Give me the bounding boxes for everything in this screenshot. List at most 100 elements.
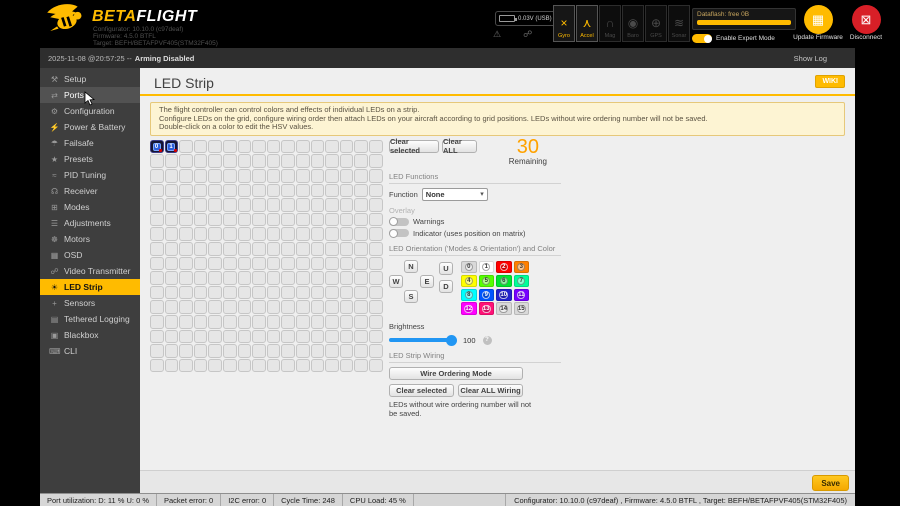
led-cell[interactable]: [179, 256, 193, 271]
led-cell[interactable]: [354, 198, 368, 212]
led-cell[interactable]: [222, 344, 237, 358]
led-cell[interactable]: [222, 183, 237, 198]
led-cell[interactable]: [368, 256, 383, 271]
sidebar-item-receiver[interactable]: ☊ Receiver: [40, 183, 140, 199]
led-cell[interactable]: [208, 183, 222, 198]
led-cell[interactable]: [310, 285, 325, 300]
led-cell[interactable]: [179, 300, 193, 314]
led-cell[interactable]: [354, 314, 368, 329]
led-cell[interactable]: [252, 300, 266, 314]
led-cell[interactable]: [325, 154, 339, 168]
sidebar-item-tethered-logging[interactable]: ▤ Tethered Logging: [40, 311, 140, 327]
led-cell[interactable]: [179, 314, 193, 329]
led-cell[interactable]: [266, 329, 281, 344]
sidebar-item-motors[interactable]: ☸ Motors: [40, 231, 140, 247]
led-cell[interactable]: [310, 314, 325, 329]
led-cell[interactable]: [237, 183, 252, 198]
led-cell[interactable]: [179, 212, 193, 227]
disconnect-button[interactable]: ⊠: [851, 5, 881, 34]
sensor-mag[interactable]: ∩ Mag: [599, 5, 621, 42]
led-cell[interactable]: [295, 314, 310, 329]
led-cell[interactable]: [237, 314, 252, 329]
led-cell[interactable]: [266, 314, 281, 329]
led-cell[interactable]: [208, 212, 222, 227]
led-cell[interactable]: [150, 329, 164, 344]
led-cell[interactable]: [266, 300, 281, 314]
sidebar-item-presets[interactable]: ★ Presets: [40, 151, 140, 167]
led-cell[interactable]: [208, 154, 222, 168]
led-cell[interactable]: [150, 344, 164, 358]
led-cell[interactable]: [339, 285, 354, 300]
led-cell[interactable]: [179, 183, 193, 198]
led-cell[interactable]: [325, 212, 339, 227]
led-cell[interactable]: [325, 198, 339, 212]
led-cell[interactable]: [368, 212, 383, 227]
led-cell[interactable]: [222, 198, 237, 212]
led-cell[interactable]: [208, 358, 222, 373]
led-cell[interactable]: [150, 241, 164, 256]
led-cell[interactable]: [252, 241, 266, 256]
led-cell[interactable]: [310, 241, 325, 256]
led-cell[interactable]: [208, 344, 222, 358]
led-cell[interactable]: [150, 314, 164, 329]
led-cell[interactable]: [164, 300, 179, 314]
led-cell[interactable]: [295, 300, 310, 314]
color-swatch-9[interactable]: 9: [478, 288, 494, 301]
led-cell[interactable]: [252, 285, 266, 300]
function-select[interactable]: None ▾: [421, 187, 488, 201]
sidebar-item-failsafe[interactable]: ☂ Failsafe: [40, 135, 140, 151]
led-cell[interactable]: [179, 344, 193, 358]
led-cell[interactable]: 0: [150, 139, 164, 154]
color-swatch-3[interactable]: 3: [513, 260, 529, 274]
led-cell[interactable]: [222, 358, 237, 373]
led-cell[interactable]: [310, 256, 325, 271]
orient-d-button[interactable]: D: [439, 279, 453, 293]
led-cell[interactable]: [339, 154, 354, 168]
led-cell[interactable]: [325, 358, 339, 373]
led-cell[interactable]: [325, 168, 339, 183]
led-cell[interactable]: [310, 358, 325, 373]
led-cell[interactable]: [252, 198, 266, 212]
led-cell[interactable]: [339, 183, 354, 198]
led-cell[interactable]: [164, 212, 179, 227]
warnings-toggle[interactable]: [389, 217, 409, 227]
color-swatch-15[interactable]: 15: [513, 302, 529, 315]
led-cell[interactable]: [354, 154, 368, 168]
led-cell[interactable]: [354, 168, 368, 183]
led-cell[interactable]: [295, 256, 310, 271]
led-cell[interactable]: [295, 271, 310, 285]
led-cell[interactable]: [310, 300, 325, 314]
led-cell[interactable]: [222, 168, 237, 183]
sidebar-item-osd[interactable]: ▦ OSD: [40, 247, 140, 263]
led-cell[interactable]: [179, 285, 193, 300]
led-cell[interactable]: [193, 241, 208, 256]
color-swatch-8[interactable]: 8: [461, 288, 477, 301]
color-swatch-1[interactable]: 1: [478, 260, 494, 274]
led-cell[interactable]: [164, 168, 179, 183]
led-cell[interactable]: [310, 329, 325, 344]
led-cell[interactable]: [222, 139, 237, 154]
led-cell[interactable]: [354, 285, 368, 300]
color-swatch-14[interactable]: 14: [496, 302, 512, 315]
led-cell[interactable]: [208, 256, 222, 271]
led-cell[interactable]: [179, 139, 193, 154]
led-cell[interactable]: [339, 198, 354, 212]
led-cell[interactable]: [179, 154, 193, 168]
led-cell[interactable]: [208, 198, 222, 212]
led-cell[interactable]: [252, 344, 266, 358]
led-cell[interactable]: [295, 358, 310, 373]
led-cell[interactable]: [150, 271, 164, 285]
sensor-sonar[interactable]: ≋ Sonar: [668, 5, 690, 42]
led-cell[interactable]: [325, 314, 339, 329]
led-cell[interactable]: [266, 256, 281, 271]
orient-u-button[interactable]: U: [439, 261, 453, 275]
led-cell[interactable]: [252, 154, 266, 168]
led-cell[interactable]: [354, 139, 368, 154]
led-cell[interactable]: [150, 227, 164, 241]
led-cell[interactable]: [295, 168, 310, 183]
led-cell[interactable]: [164, 198, 179, 212]
led-cell[interactable]: [325, 271, 339, 285]
led-cell[interactable]: [281, 183, 295, 198]
expert-mode-toggle[interactable]: [692, 34, 712, 43]
led-cell[interactable]: [222, 227, 237, 241]
